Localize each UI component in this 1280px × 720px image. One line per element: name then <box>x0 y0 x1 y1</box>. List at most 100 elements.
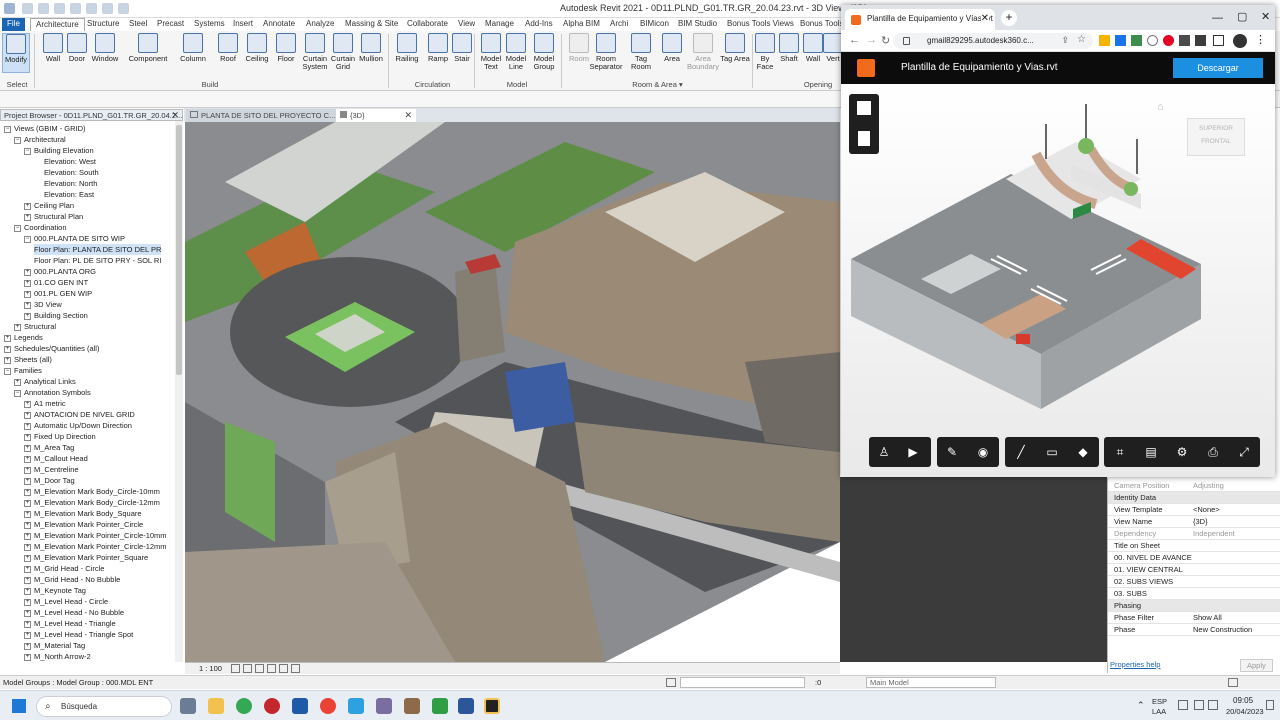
tab-architecture[interactable]: Architecture <box>30 18 85 31</box>
revit-logo-icon[interactable] <box>4 3 15 14</box>
expand-icon[interactable]: + <box>24 279 31 287</box>
column-button[interactable]: Column <box>176 33 210 63</box>
expand-icon[interactable]: + <box>24 532 31 540</box>
browser-item[interactable]: + Schedules/Quantities (all) <box>4 343 99 354</box>
side-panel-icon[interactable] <box>1213 35 1224 46</box>
browser-item[interactable]: + M_Level Head - Triangle Spot <box>24 629 133 640</box>
browser-item[interactable]: + Analytical Links <box>14 376 76 387</box>
chrome-tab[interactable]: Plantilla de Equipamiento y Vías.rvt ✕ <box>845 9 995 30</box>
app-icon-2[interactable] <box>404 698 420 714</box>
open-icon[interactable] <box>22 3 33 14</box>
tab-analyze[interactable]: Analyze <box>301 18 339 31</box>
wifi-icon[interactable] <box>1178 700 1188 710</box>
expand-icon[interactable]: + <box>24 213 31 221</box>
extensions-puzzle-icon[interactable] <box>1179 35 1190 46</box>
battery-icon[interactable] <box>1208 700 1218 710</box>
tab-manage[interactable]: Manage <box>480 18 519 31</box>
expand-icon[interactable]: + <box>24 554 31 562</box>
address-bar[interactable]: gmail829295.autodesk360.c... ⇪ ☆ <box>893 33 1093 49</box>
browser-item[interactable]: + M_Grid Head - Circle <box>24 563 104 574</box>
expand-icon[interactable]: + <box>24 587 31 595</box>
property-row[interactable]: 03. SUBS <box>1108 588 1280 600</box>
browser-item[interactable]: + Sheets (all) <box>4 354 52 365</box>
property-row[interactable]: Phase New Construction <box>1108 624 1280 636</box>
panel-room-area[interactable]: Room & Area ▾ <box>620 80 695 89</box>
browser-item[interactable]: +01.CO GEN INT <box>24 277 88 288</box>
expand-icon[interactable]: + <box>24 444 31 452</box>
expand-icon[interactable]: + <box>24 411 31 419</box>
tab-file[interactable]: File <box>2 18 25 31</box>
visual-style-icon[interactable] <box>243 664 252 673</box>
component-button[interactable]: Component <box>126 33 170 63</box>
browser-item[interactable]: Elevation: East <box>44 189 94 200</box>
workset-dropdown[interactable] <box>680 677 805 688</box>
settings-gear-icon[interactable]: ⚙ <box>1174 444 1190 460</box>
navisworks-icon[interactable] <box>348 698 364 714</box>
view-cube[interactable]: SUPERIOR FRONTAL <box>1187 118 1245 156</box>
tab-3d-view[interactable]: {3D} ✕ <box>336 109 416 122</box>
expand-icon[interactable]: + <box>24 466 31 474</box>
browser-item[interactable]: + M_Area Tag <box>24 442 74 453</box>
collapse-icon[interactable]: − <box>14 224 21 232</box>
chrome-minimize-icon[interactable]: — <box>1212 12 1223 24</box>
browser-item[interactable]: + M_Level Head - Triangle <box>24 618 116 629</box>
properties-icon[interactable]: ▤ <box>1143 444 1159 460</box>
language-indicator[interactable]: ESP <box>1152 697 1167 706</box>
keyboard-layout[interactable]: LAA <box>1152 707 1166 716</box>
explode-icon[interactable]: ◆ <box>1075 444 1091 460</box>
browser-item[interactable]: + M_Level Head - No Bubble <box>24 607 124 618</box>
expand-icon[interactable]: + <box>24 576 31 584</box>
browser-item[interactable]: + Structural <box>14 321 56 332</box>
expand-icon[interactable]: + <box>24 598 31 606</box>
model-viewer[interactable]: ⌂ SUPERIOR FRONTAL ♙ ▶ ✎ ◉ ╱ ▭ ◆ ⌗ ▤ ⚙ ⎙… <box>841 84 1275 477</box>
tab-annotate[interactable]: Annotate <box>258 18 300 31</box>
tab-add-ins[interactable]: Add-Ins <box>520 18 558 31</box>
browser-item[interactable]: Elevation: West <box>44 156 96 167</box>
room-separator-button[interactable]: Room Separator <box>589 33 623 71</box>
browser-item[interactable]: + M_Elevation Mark Pointer_Circle <box>24 519 143 530</box>
expand-icon[interactable]: + <box>4 356 11 364</box>
detail-level-icon[interactable] <box>231 664 240 673</box>
browser-item[interactable]: − Coordination <box>14 222 67 233</box>
browser-item[interactable]: + M_Keynote Tag <box>24 585 86 596</box>
measure-icon[interactable]: ╱ <box>1013 444 1029 460</box>
browser-item[interactable]: + M_North Arrow-2 <box>24 651 91 662</box>
chrome-icon[interactable] <box>236 698 252 714</box>
app-icon-3[interactable] <box>484 698 500 714</box>
expand-icon[interactable]: + <box>24 202 31 210</box>
tag-room-button[interactable]: Tag Room <box>624 33 658 71</box>
browser-item[interactable]: − Building Elevation <box>24 145 94 156</box>
browser-item[interactable]: + M_Elevation Mark Body_Square <box>24 508 142 519</box>
browser-item[interactable]: + M_Elevation Mark Body_Circle-12mm <box>24 497 160 508</box>
properties-help-link[interactable]: Properties help <box>1110 660 1160 669</box>
browser-item[interactable]: Floor Plan: PL DE SITO PRY - SOL RI <box>34 255 161 266</box>
browser-item[interactable]: + Structural Plan <box>24 211 83 222</box>
taskbar-search[interactable]: ⌕ Búsqueda <box>36 696 172 717</box>
vivaldi-icon[interactable] <box>264 698 280 714</box>
scrollbar-thumb[interactable] <box>176 125 182 375</box>
expand-icon[interactable]: + <box>24 620 31 628</box>
browser-item[interactable]: − Families <box>4 365 42 376</box>
undo-icon[interactable] <box>70 3 81 14</box>
collapse-icon[interactable]: − <box>14 136 21 144</box>
pinterest-icon[interactable] <box>1163 35 1174 46</box>
collapse-icon[interactable]: − <box>4 367 11 375</box>
save-icon[interactable] <box>38 3 49 14</box>
tab-bim-studio[interactable]: BIM Studio <box>673 18 722 31</box>
chrome-profile-icon[interactable] <box>320 698 336 714</box>
browser-item[interactable]: Floor Plan: PLANTA DE SITO DEL PR <box>34 244 162 255</box>
shadows-icon[interactable] <box>267 664 276 673</box>
task-view-icon[interactable] <box>180 698 196 714</box>
browser-item[interactable]: + M_Elevation Mark Pointer_Circle-12mm <box>24 541 167 552</box>
area-boundary-button[interactable]: Area Boundary <box>686 33 720 71</box>
property-group[interactable]: Phasing <box>1108 600 1280 612</box>
tab-bonus-tools-views[interactable]: Bonus Tools Views <box>722 18 799 31</box>
property-row[interactable]: 02. SUBS VIEWS <box>1108 576 1280 588</box>
tab-systems[interactable]: Systems <box>189 18 230 31</box>
browser-item[interactable]: + A1 metric <box>24 398 66 409</box>
render-icon[interactable] <box>279 664 288 673</box>
tab-archi[interactable]: Archi <box>605 18 633 31</box>
property-row[interactable]: View Template <None> <box>1108 504 1280 516</box>
hide-icon[interactable]: ◉ <box>975 444 991 460</box>
tag-area-button[interactable]: Tag Area <box>718 33 752 63</box>
